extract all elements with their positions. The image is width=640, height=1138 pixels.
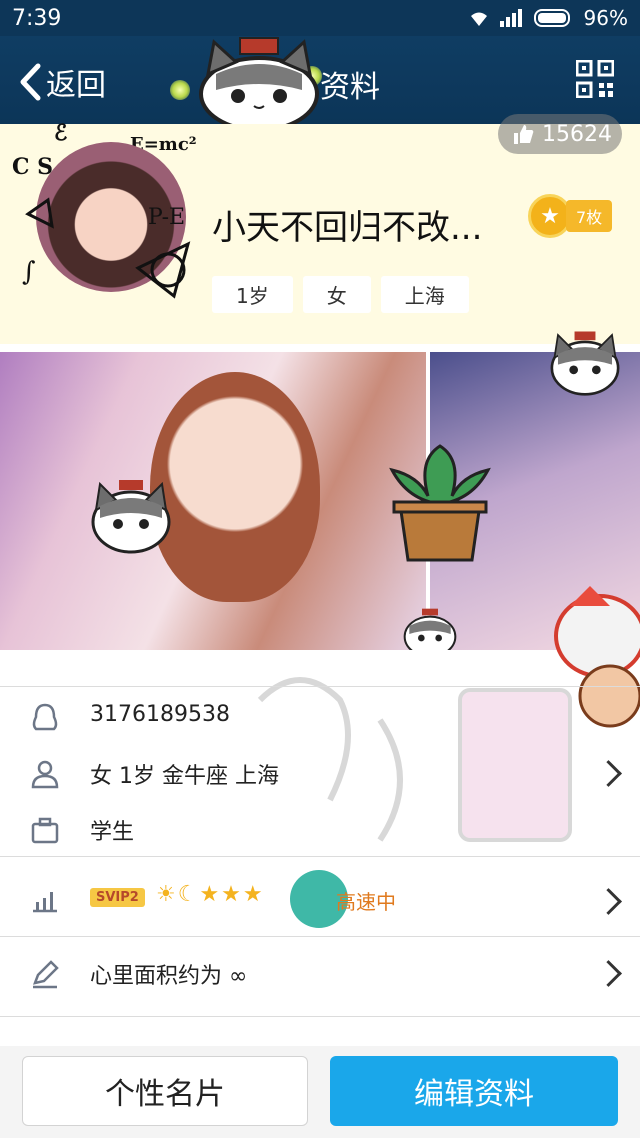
profile-summary: 女 1岁 金牛座 上海 xyxy=(90,764,279,789)
info-row-occupation: 学生 xyxy=(0,810,640,850)
qr-code-icon[interactable] xyxy=(576,60,614,98)
divider xyxy=(0,686,640,687)
like-button[interactable]: 15624 xyxy=(498,114,622,154)
tag-location: 上海 xyxy=(380,276,469,313)
cat-sticker-icon xyxy=(199,37,319,130)
battery-percent: 96% xyxy=(583,6,628,30)
medal-badge[interactable]: ★ 7枚 xyxy=(528,194,613,238)
chevron-left-icon xyxy=(20,63,41,101)
back-label: 返回 xyxy=(46,68,106,103)
chevron-right-icon[interactable] xyxy=(595,960,622,987)
thumbs-up-icon xyxy=(514,125,534,144)
pencil-icon xyxy=(33,960,59,989)
person-icon xyxy=(31,760,59,789)
chevron-right-icon[interactable] xyxy=(595,760,622,787)
level-icons: ☀☾★★★ xyxy=(156,882,265,907)
status-icons: 96% xyxy=(468,6,628,30)
occupation: 学生 xyxy=(90,820,135,845)
divider xyxy=(0,936,640,937)
info-row-basic[interactable]: 女 1岁 金牛座 上海 xyxy=(0,754,640,794)
divider xyxy=(0,1016,640,1017)
tag-gender: 女 xyxy=(302,276,371,313)
doodle-text: ℰ xyxy=(54,120,68,146)
cat-sticker-icon xyxy=(91,480,171,554)
penguin-icon xyxy=(32,703,58,731)
battery-icon xyxy=(533,9,570,27)
chevron-right-icon[interactable] xyxy=(595,888,622,915)
profile-tags: 1岁 女 上海 xyxy=(212,276,469,313)
briefcase-icon xyxy=(31,817,59,844)
chart-up-icon xyxy=(33,892,57,913)
glow-orb xyxy=(170,80,190,100)
svip-badge: SVIP2 xyxy=(90,888,145,907)
status-bar: 7:39 96% xyxy=(0,0,640,36)
svg-text:P-E: P-E xyxy=(148,205,185,230)
divider xyxy=(0,856,640,857)
speed-status: 高速中 xyxy=(336,890,396,914)
like-count: 15624 xyxy=(542,121,612,147)
status-time: 7:39 xyxy=(12,5,62,31)
wifi-icon xyxy=(470,12,487,26)
medal-count: 7枚 xyxy=(566,200,613,232)
profile-header: 15624 ℰ E=mc² C S ∫ P-E 小天不回归不改... ★ 7枚 … xyxy=(0,114,640,344)
signature: 心里面积约为 ∞ xyxy=(90,964,248,989)
cat-sticker-icon xyxy=(550,331,620,396)
bottom-bar: 个性名片 编辑资料 xyxy=(0,1046,640,1138)
succulent-pot-icon xyxy=(389,444,491,562)
qq-number: 3176189538 xyxy=(90,702,230,727)
svg-text:∫: ∫ xyxy=(22,257,36,287)
math-doodle-icon: ∫ P-E xyxy=(22,197,191,299)
info-section: 3176189538 女 1岁 金牛座 上海 学生 SVIP2 ☀☾★★★ 高速… xyxy=(0,586,640,1050)
info-row-level[interactable]: SVIP2 ☀☾★★★ 高速中 xyxy=(0,870,640,928)
photo-1[interactable] xyxy=(0,352,426,650)
photo-subject xyxy=(150,372,320,602)
tag-age: 1岁 xyxy=(212,276,293,313)
back-button[interactable]: 返回 xyxy=(18,60,106,104)
page-title: 资料 xyxy=(320,70,380,105)
nickname: 小天不回归不改... xyxy=(212,208,483,248)
info-row-signature[interactable]: 心里面积约为 ∞ xyxy=(0,954,640,994)
edit-profile-button[interactable]: 编辑资料 xyxy=(330,1056,618,1126)
signal-icon xyxy=(499,9,522,27)
info-row-qq: 3176189538 xyxy=(0,698,640,738)
personal-card-button[interactable]: 个性名片 xyxy=(22,1056,308,1126)
